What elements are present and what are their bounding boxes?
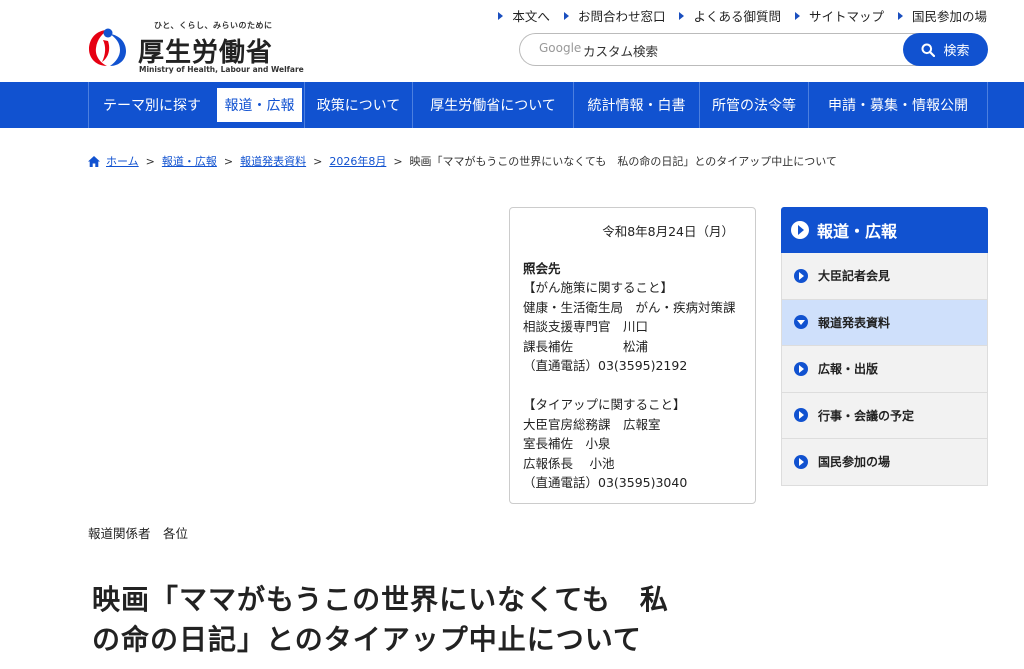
contact-line: 課長補佐 松浦 [523,338,649,354]
contact-line: 健康・生活衛生局 がん・疾病対策課 [523,299,736,315]
contact-line: 相談支援専門官 川口 [523,319,649,334]
contact-line: 広報係長 小池 [523,455,615,471]
release-date: 令和8年8月24日（月） [602,224,734,239]
sidebar-item-label: 報道発表資料 [818,315,891,330]
util-link-public-participation[interactable]: 国民参加の場 [897,6,987,25]
sidebar-item-label: 大臣記者会見 [818,269,891,284]
chevron-right-icon [679,11,685,20]
nav-item-laws[interactable]: 所管の法令等 [699,82,808,128]
sidebar-item-events[interactable]: 行事・会議の予定 [781,392,988,439]
nav-item-label: テーマ別に探す [103,98,201,114]
global-nav: テーマ別に探す 報道・広報 政策について 厚生労働省について 統計情報・白書 所… [0,82,1024,128]
nav-item-statistics[interactable]: 統計情報・白書 [573,82,699,128]
sidebar-heading[interactable]: 報道・広報 [781,207,988,253]
util-link-label: 本文へ [512,9,550,24]
breadcrumb-separator: > [393,154,403,168]
circle-arrow-right-icon [794,361,808,376]
sidebar-item-publications[interactable]: 広報・出版 [781,346,988,393]
contact-line: 【タイアップに関すること】 [523,397,686,412]
contact-line: 室長補佐 小泉 [523,436,611,451]
sidebar-item-label: 行事・会議の予定 [818,408,915,423]
nav-item-label: 政策について [316,98,401,114]
util-link-skip-to-content[interactable]: 本文へ [498,6,550,25]
util-link-label: 国民参加の場 [911,9,987,24]
circle-arrow-down-icon [794,315,808,330]
nav-item-label: 報道・広報 [224,98,295,114]
search-icon [921,43,936,57]
nav-item-policies[interactable]: 政策について [304,82,412,128]
site-header: ひと、くらし、みらいのために 厚生労働省 Ministry of Health,… [0,0,1024,82]
nav-item-about-mhlw[interactable]: 厚生労働省について [412,82,573,128]
page-title: 映画「ママがもうこの世界にいなくても 私 の命の日記」とのタイアップ中止について [92,580,772,660]
sidebar-heading-label: 報道・広報 [817,222,898,241]
util-link-faq[interactable]: よくある御質問 [679,6,781,25]
contact-line: 大臣官房総務課 広報室 [523,416,661,432]
sidebar-item-press-releases[interactable]: 報道発表資料 [781,299,988,346]
contact-info-box: 令和8年8月24日（月） 照会先 【がん施策に関すること】 健康・生活衛生局 が… [509,207,756,504]
util-link-label: よくある御質問 [693,9,781,24]
circle-arrow-right-icon [791,221,809,239]
util-link-label: お問合わせ窓口 [577,9,666,24]
sidebar-item-press-conference[interactable]: 大臣記者会見 [781,253,988,300]
chevron-right-icon [897,11,903,20]
nav-item-label: 申請・募集・情報公開 [828,98,968,114]
breadcrumb-month[interactable]: 2026年8月 [329,153,386,169]
home-icon [88,155,100,167]
util-link-contact[interactable]: お問合わせ窓口 [563,6,666,25]
page-title-line: の命の日記」とのタイアップ中止について [92,623,642,656]
chevron-right-icon [563,11,569,20]
page-title-line: 映画「ママがもうこの世界にいなくても 私 [92,583,669,616]
circle-arrow-right-icon [794,408,808,423]
search-button-label: 検索 [943,44,970,59]
logo-english-name: Ministry of Health, Labour and Welfare [139,65,304,74]
nav-item-applications[interactable]: 申請・募集・情報公開 [808,82,988,128]
nav-item-label: 厚生労働省について [430,98,556,114]
util-link-sitemap[interactable]: サイトマップ [794,6,884,25]
breadcrumb-press-releases[interactable]: 報道発表資料 [240,153,306,169]
press-addressee: 報道関係者 各位 [88,526,189,541]
mhlw-logo-mark-icon [89,28,126,66]
nav-item-themes[interactable]: テーマ別に探す [88,82,215,128]
mhlw-logo[interactable]: ひと、くらし、みらいのために 厚生労働省 Ministry of Health,… [86,20,304,76]
breadcrumb-current: 映画「ママがもうこの世界にいなくても 私の命の日記」とのタイアップ中止について [409,155,837,168]
contact-line: 【がん施策に関すること】 [523,280,674,295]
sidebar: 報道・広報 大臣記者会見 報道発表資料 広報・出版 行事・会議の予定 国民参加の… [781,207,988,486]
search-input[interactable] [519,33,919,66]
circle-arrow-right-icon [794,454,808,469]
breadcrumb-separator: > [145,154,155,168]
contact-phone: （直通電話）03(3595)2192 [523,358,688,373]
breadcrumb-press[interactable]: 報道・広報 [162,153,217,169]
nav-item-label: 所管の法令等 [712,98,796,114]
logo-name: 厚生労働省 [138,38,274,68]
search-button[interactable]: 検索 [903,33,988,66]
site-search: Google カスタム検索 検索 [519,33,988,66]
breadcrumb-separator: > [223,154,234,168]
breadcrumb-home[interactable]: ホーム [106,153,139,169]
sidebar-item-public-participation[interactable]: 国民参加の場 [781,439,988,486]
contact-spacer [523,376,742,396]
nav-item-press[interactable]: 報道・広報 [215,86,304,124]
breadcrumb-separator: > [313,154,323,168]
sidebar-item-label: 広報・出版 [818,362,879,377]
chevron-right-icon [498,11,504,20]
utility-links: 本文へ お問合わせ窓口 よくある御質問 サイトマップ 国民参加の場 [484,6,987,25]
contact-phone: （直通電話）03(3595)3040 [523,475,688,490]
logo-tagline: ひと、くらし、みらいのために [154,21,273,30]
breadcrumb: ホーム > 報道・広報 > 報道発表資料 > 2026年8月 > 映画「ママがも… [88,153,837,169]
nav-item-label: 統計情報・白書 [587,98,686,114]
contact-heading: 照会先 [523,260,561,276]
circle-arrow-right-icon [794,268,808,283]
util-link-label: サイトマップ [808,9,884,24]
chevron-right-icon [794,11,800,20]
sidebar-item-label: 国民参加の場 [818,455,891,470]
